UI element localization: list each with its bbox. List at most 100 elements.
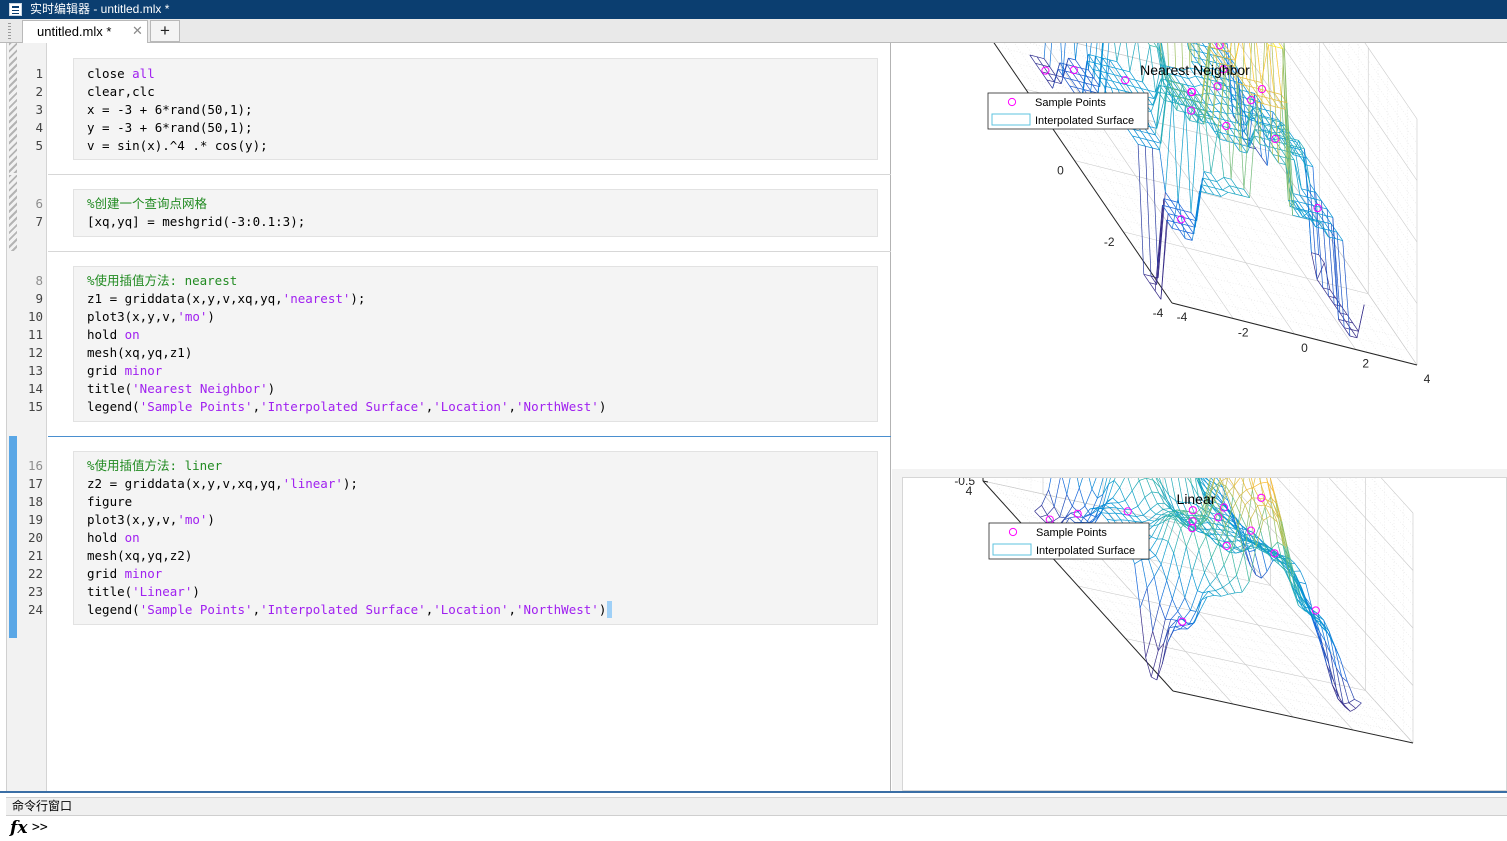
mesh-segment (1235, 591, 1243, 594)
tab-untitled-mlx[interactable]: untitled.mlx * ✕ (22, 20, 148, 43)
code-line[interactable]: y = -3 + 6*rand(50,1); (87, 119, 253, 137)
mesh-segment (1155, 509, 1164, 515)
code-line[interactable]: close all (87, 65, 155, 83)
command-window-header[interactable]: 命令行窗口 (6, 797, 1507, 816)
code-line[interactable]: mesh(xq,yq,z1) (87, 344, 192, 362)
code-line[interactable]: title('Nearest Neighbor') (87, 380, 275, 398)
code-line[interactable]: plot3(x,y,v,'mo') (87, 511, 215, 529)
code-comment: %创建一个查询点网格 (87, 196, 208, 211)
mesh-segment (1184, 597, 1191, 611)
code-line[interactable]: v = sin(x).^4 .* cos(y); (87, 137, 268, 155)
code-token-highlighted: 'nearest' (282, 291, 351, 306)
mesh-segment (1155, 513, 1162, 516)
code-line[interactable]: figure (87, 493, 132, 511)
mesh-segment (1196, 478, 1198, 480)
code-line[interactable]: grid minor (87, 362, 162, 380)
mesh-segment (1161, 511, 1169, 516)
code-line[interactable]: grid minor (87, 565, 162, 583)
mesh-segment (1154, 514, 1162, 522)
mesh-segment (1157, 503, 1164, 510)
mesh-segment (1119, 478, 1125, 488)
code-token-highlighted: 'Interpolated Surface' (260, 602, 426, 617)
mesh-segment (1191, 572, 1198, 591)
code-line[interactable]: plot3(x,y,v,'mo') (87, 308, 215, 326)
mesh-segment (1113, 480, 1120, 488)
code-line[interactable]: hold on (87, 326, 140, 344)
code-line[interactable]: %使用插值方法: nearest (87, 272, 237, 290)
drag-grip-icon[interactable] (8, 23, 11, 39)
code-line[interactable]: z1 = griddata(x,y,v,xq,yq,'nearest'); (87, 290, 365, 308)
code-line[interactable]: mesh(xq,yq,z2) (87, 547, 192, 565)
line-number: 8 (35, 273, 43, 288)
mesh-segment (1239, 489, 1247, 497)
mesh-segment (1194, 177, 1203, 228)
add-tab-button[interactable]: + (150, 20, 180, 42)
mesh-segment (1149, 538, 1158, 551)
mesh-segment (1112, 487, 1120, 499)
mesh-segment (1154, 290, 1162, 300)
mesh-segment (1341, 677, 1350, 703)
figure-nearest-neighbor[interactable]: 10.50-0.5420-2-4-4-2024Nearest NeighborS… (892, 43, 1507, 469)
code-line[interactable]: clear,clc (87, 83, 155, 101)
code-line[interactable]: %创建一个查询点网格 (87, 195, 207, 213)
mesh-segment (1124, 490, 1133, 501)
code-token-highlighted: on (124, 530, 140, 545)
code-line[interactable]: hold on (87, 529, 140, 547)
live-editor-code-area[interactable]: 1 2 3 4 5 6 7 8 9 10 11 12 13 14 15 16 17 18 19 20 21 22 23 24 … (6, 43, 891, 791)
figure-linear[interactable]: 10.50-0.54LinearSample PointsInterpolate… (902, 477, 1507, 791)
mesh-segment (1034, 510, 1041, 518)
mesh-segment (1127, 478, 1133, 491)
code-token: figure (87, 494, 133, 509)
mesh-segment (1151, 491, 1159, 494)
mesh-segment (1062, 478, 1068, 495)
legend-swatch-surface (991, 113, 1031, 126)
mesh-segment (1211, 542, 1219, 558)
mesh-segment (1048, 489, 1055, 508)
mesh-segment (1348, 699, 1355, 703)
mesh-segment (1208, 591, 1215, 596)
code-token: ) (598, 602, 607, 617)
code-line[interactable]: x = -3 + 6*rand(50,1); (87, 101, 253, 119)
mesh-segment (1318, 254, 1325, 264)
mesh-segment (1152, 147, 1159, 279)
axis-line (1171, 302, 1418, 366)
mesh-segment (1141, 559, 1148, 588)
mesh-segment (1162, 538, 1169, 542)
axis-line (1172, 690, 1414, 744)
code-token: , (252, 602, 261, 617)
mesh-segment (1205, 536, 1212, 558)
code-token: ); (350, 291, 366, 306)
mesh-segment (1171, 598, 1179, 612)
code-token: grid (87, 363, 125, 378)
code-token: [xq,yq] = meshgrid(-3:0.1:3); (87, 214, 306, 229)
mesh-segment (1153, 576, 1161, 604)
code-token: ); (342, 476, 358, 491)
mesh-segment (1151, 491, 1158, 504)
code-line[interactable]: z2 = griddata(x,y,v,xq,yq,'linear'); (87, 475, 358, 493)
mesh-segment (1215, 587, 1223, 591)
code-line[interactable]: [xq,yq] = meshgrid(-3:0.1:3); (87, 213, 305, 231)
mesh-segment (1266, 43, 1269, 46)
mesh-segment (1334, 646, 1343, 678)
tab-bar: untitled.mlx * ✕ + (0, 19, 1507, 43)
command-window[interactable]: fx >> (6, 816, 1507, 841)
code-line[interactable]: legend('Sample Points','Interpolated Sur… (87, 601, 613, 619)
close-tab-icon[interactable]: ✕ (132, 23, 143, 39)
code-line[interactable]: title('Linear') (87, 583, 200, 601)
mesh-segment (1143, 508, 1151, 516)
mesh-segment (1356, 304, 1365, 338)
mesh-segment (1159, 603, 1166, 620)
mesh-segment (1230, 549, 1237, 576)
line-number: 18 (27, 494, 43, 509)
fx-function-browser-icon[interactable]: fx (10, 818, 27, 838)
command-window-title: 命令行窗口 (12, 799, 73, 813)
interpolated-surface-mesh (1029, 43, 1365, 339)
mesh-segment (1138, 480, 1146, 498)
line-number: 13 (27, 363, 43, 378)
code-line[interactable]: %使用插值方法: liner (87, 457, 222, 475)
code-line[interactable]: legend('Sample Points','Interpolated Sur… (87, 398, 606, 416)
mesh-segment (1198, 536, 1207, 551)
mesh-segment (1159, 580, 1168, 604)
panel-divider[interactable] (0, 791, 1507, 793)
sample-point-marker (1041, 66, 1050, 75)
